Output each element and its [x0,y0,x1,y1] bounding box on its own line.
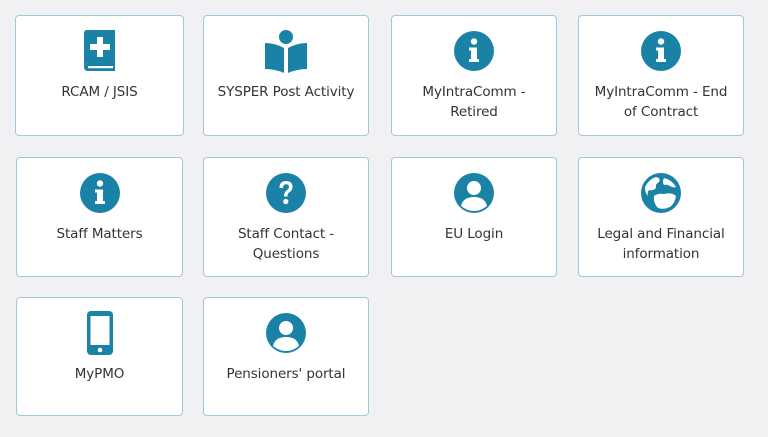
info-icon [579,28,743,74]
tile-myintracomm-end-of-contract[interactable]: MyIntraComm - End of Contract [578,15,744,136]
tile-sysper-post-activity[interactable]: SYSPER Post Activity [203,15,369,136]
user-icon [392,170,556,216]
user-icon [204,310,368,356]
tile-label: Staff Matters [56,226,143,242]
tile-eu-login[interactable]: EU Login [391,157,557,277]
tile-legal-and-financial-information[interactable]: Legal and Financial information [578,157,744,277]
tile-label: RCAM / JSIS [61,84,138,100]
medical-book-icon [16,28,183,74]
tile-rcam-jsis[interactable]: RCAM / JSIS [15,15,184,136]
reader-icon [204,28,368,74]
tile-label: Legal and Financial information [597,226,725,262]
tile-label: Pensioners' portal [226,366,346,382]
info-icon [392,28,556,74]
tile-label: SYSPER Post Activity [217,84,355,100]
tile-label: MyIntraComm - End of Contract [594,84,728,120]
tile-myintracomm-retired[interactable]: MyIntraComm - Retired [391,15,557,136]
mobile-phone-icon [17,310,182,356]
tile-pensioners-portal[interactable]: Pensioners' portal [203,297,369,416]
globe-icon [579,170,743,216]
info-icon [17,170,182,216]
tile-staff-contact-questions[interactable]: Staff Contact - Questions [203,157,369,277]
tile-staff-matters[interactable]: Staff Matters [16,157,183,277]
tile-label: MyPMO [74,366,125,382]
tile-label: EU Login [444,226,504,242]
question-icon [204,170,368,216]
tile-label: Staff Contact - Questions [237,226,335,262]
tile-label: MyIntraComm - Retired [422,84,526,120]
tile-mypmo[interactable]: MyPMO [16,297,183,416]
